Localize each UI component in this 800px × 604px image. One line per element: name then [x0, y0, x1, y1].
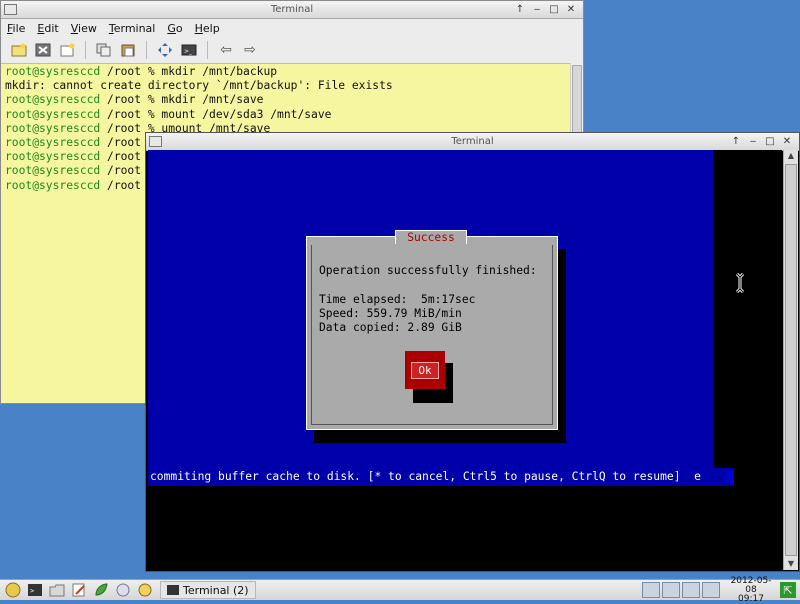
menu-file-rest: ile	[12, 21, 26, 35]
scroll-up-icon[interactable]: ▲	[784, 150, 798, 162]
status-line: commiting buffer cache to disk. [* to ca…	[150, 470, 701, 483]
terminal-text: /root % mkdir /mnt/backup	[100, 65, 278, 78]
terminal-prompt: root@sysresccd	[5, 178, 101, 192]
network-icon[interactable]	[642, 582, 660, 598]
workspace-2-icon[interactable]	[682, 582, 700, 598]
menu-go[interactable]: Go	[167, 22, 182, 35]
minimize-icon[interactable]: ‒	[747, 136, 759, 148]
maximize-icon[interactable]: □	[764, 136, 776, 148]
terminal-text: /root % mkdir /mnt/save	[100, 93, 264, 107]
terminal-launcher-icon[interactable]: >	[26, 582, 44, 598]
menu-help[interactable]: Help	[195, 22, 220, 35]
menu-terminal[interactable]: Terminal	[109, 22, 156, 35]
shade-icon[interactable]: ↑	[514, 4, 526, 16]
window-title: Terminal	[451, 136, 494, 147]
window-titlebar[interactable]: Terminal ↑ ‒ □ ✕	[146, 133, 799, 151]
minimize-icon[interactable]: ‒	[531, 4, 543, 16]
window-menu-icon[interactable]	[149, 136, 162, 147]
close-icon[interactable]: ✕	[565, 4, 577, 16]
ibeam-cursor-icon	[735, 273, 745, 293]
fullscreen-icon[interactable]	[155, 40, 175, 60]
menu-file[interactable]: File	[7, 22, 25, 35]
terminal-line: mkdir: cannot create directory `/mnt/bac…	[5, 79, 567, 93]
terminal-text: /root % mount /dev/sda3 /mnt/save	[100, 107, 332, 121]
new-window-icon[interactable]	[57, 40, 77, 60]
dialog-title: Success	[395, 230, 467, 244]
terminal-prompt: root@sysresccd	[5, 65, 101, 78]
paste-icon[interactable]	[118, 40, 138, 60]
taskbar-item-label: Terminal (2)	[183, 583, 249, 597]
browser-icon[interactable]	[114, 582, 132, 598]
scrollbar-thumb[interactable]	[785, 164, 797, 556]
terminal-prompt: root@sysresccd	[5, 107, 101, 121]
previous-tab-icon[interactable]: ⇦	[216, 40, 236, 60]
clock[interactable]: 2012-05-08 09:17	[728, 575, 774, 604]
shade-icon[interactable]: ↑	[730, 136, 742, 148]
new-tab-icon[interactable]	[9, 40, 29, 60]
text-editor-icon[interactable]	[70, 582, 88, 598]
toolbar-separator	[85, 41, 86, 59]
taskbar-item-terminal[interactable]: Terminal (2)	[160, 581, 256, 599]
time-elapsed-text: Time elapsed: 5m:17sec	[319, 293, 476, 306]
system-tray: 2012-05-08 09:17 ⇱	[642, 575, 800, 604]
data-copied-text: Data copied: 2.89 GiB	[319, 321, 462, 334]
ok-button-label: Ok	[411, 361, 439, 379]
preferences-icon[interactable]: >_	[179, 40, 199, 60]
maximize-icon[interactable]: □	[548, 4, 560, 16]
window-menu-icon[interactable]	[4, 4, 17, 15]
workspace-3-icon[interactable]	[702, 582, 720, 598]
terminal-prompt: root@sysresccd	[5, 121, 101, 135]
terminal-prompt: root@sysresccd	[5, 164, 101, 178]
terminal-text: /root	[100, 164, 142, 178]
terminal-window-front[interactable]: Terminal ↑ ‒ □ ✕ Success Operation succe…	[145, 132, 800, 572]
clock-date: 2012-05-08	[730, 575, 772, 595]
dialog-message: Operation successfully finished:	[319, 264, 537, 277]
terminal-text: /root	[100, 178, 142, 192]
toolbar: >_ ⇦ ⇨	[1, 37, 583, 64]
window-titlebar[interactable]: Terminal ↑ ‒ □ ✕	[1, 1, 583, 19]
ok-button[interactable]: Ok	[405, 351, 445, 389]
file-manager-icon[interactable]	[48, 582, 66, 598]
terminal-line: root@sysresccd /root % mkdir /mnt/backup	[5, 65, 567, 79]
terminal-text: /root	[100, 136, 142, 150]
toolbar-separator	[207, 41, 208, 59]
logout-icon[interactable]: ⇱	[780, 582, 796, 598]
clock-time: 09:17	[738, 593, 764, 604]
menubar: File Edit View Terminal Go Help	[1, 19, 583, 37]
terminal-prompt: root@sysresccd	[5, 150, 101, 164]
terminal-text: /root	[100, 150, 142, 164]
terminal-icon	[167, 585, 179, 595]
speed-text: Speed: 559.79 MiB/min	[319, 307, 462, 320]
close-tab-icon[interactable]	[33, 40, 53, 60]
terminal-text: mkdir: cannot create directory `/mnt/bac…	[5, 79, 393, 93]
start-menu-icon[interactable]	[4, 582, 22, 598]
terminal-prompt: root@sysresccd	[5, 93, 101, 107]
svg-text:>: >	[30, 587, 34, 595]
terminal-screen[interactable]: Success Operation successfully finished:…	[148, 150, 782, 570]
scrollbar[interactable]: ▲ ▼	[783, 150, 798, 570]
copy-icon[interactable]	[94, 40, 114, 60]
next-tab-icon[interactable]: ⇨	[240, 40, 260, 60]
gparted-icon[interactable]	[92, 582, 110, 598]
terminal-line: root@sysresccd /root % mkdir /mnt/save	[5, 93, 567, 107]
svg-text:>_: >_	[184, 48, 193, 55]
toolbar-separator	[146, 41, 147, 59]
scroll-down-icon[interactable]: ▼	[784, 558, 798, 570]
terminal-prompt: root@sysresccd	[5, 136, 101, 150]
terminal-line: root@sysresccd /root % mount /dev/sda3 /…	[5, 108, 567, 122]
menu-view[interactable]: View	[71, 22, 97, 35]
notes-icon[interactable]	[136, 582, 154, 598]
window-title: Terminal	[270, 4, 314, 15]
workspace-1-icon[interactable]	[662, 582, 680, 598]
text-cursor	[726, 470, 734, 484]
close-icon[interactable]: ✕	[781, 136, 793, 148]
menu-edit[interactable]: Edit	[37, 22, 58, 35]
taskbar: > Terminal (2) 2012-05-08 09:17 ⇱	[0, 576, 800, 603]
success-dialog: Success Operation successfully finished:…	[306, 230, 558, 430]
